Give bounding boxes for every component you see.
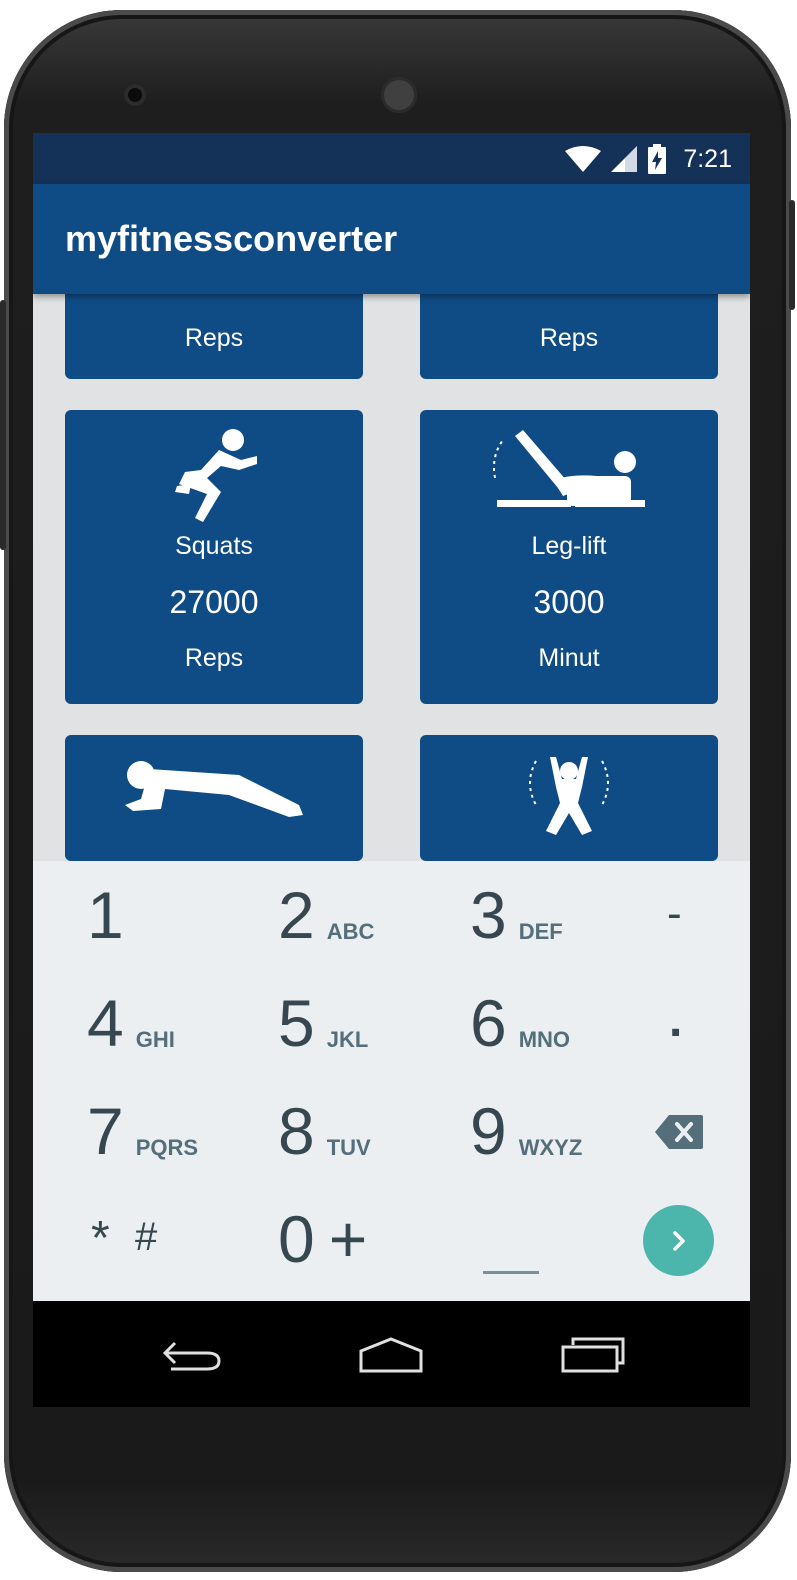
tile-value: 3000	[533, 584, 605, 620]
key-digit: 4	[87, 986, 124, 1060]
back-icon[interactable]	[161, 1339, 223, 1373]
key-letters: DEF	[518, 919, 563, 944]
navigation-bar	[33, 1301, 750, 1407]
key-7[interactable]: 7 PQRS	[87, 1094, 199, 1168]
wifi-icon	[565, 146, 602, 172]
tile-name: Leg-lift	[531, 532, 607, 560]
key-dot[interactable]: .	[669, 993, 682, 1048]
exercise-tile-plank[interactable]	[65, 735, 363, 861]
exercise-tile-jumping-jacks[interactable]	[420, 735, 718, 861]
key-letters: GHI	[135, 1027, 175, 1052]
key-4[interactable]: 4 GHI	[87, 986, 175, 1060]
cell-signal-icon	[611, 146, 638, 172]
key-5[interactable]: 5 JKL	[278, 986, 369, 1060]
key-digit: 7	[87, 1094, 124, 1168]
jumping-jack-icon	[529, 757, 609, 835]
key-1[interactable]: 1	[87, 878, 124, 952]
power-button	[789, 200, 795, 310]
tile-name: Squats	[175, 532, 253, 560]
tile-unit: Minut	[538, 644, 600, 672]
tile-unit: Reps	[184, 324, 244, 352]
key-6[interactable]: 6 MNO	[470, 986, 571, 1060]
key-hash[interactable]: #	[135, 1215, 157, 1260]
key-plus: +	[328, 1202, 368, 1276]
tile-unit: Reps	[184, 644, 244, 672]
screen: 7:21 myfitnessconverter Reps Reps Squats…	[33, 133, 750, 1407]
squat-icon	[175, 429, 257, 522]
backspace-icon	[655, 1115, 703, 1149]
front-camera	[381, 77, 417, 113]
key-letters: PQRS	[135, 1135, 199, 1160]
backspace-key[interactable]	[655, 1115, 703, 1154]
key-2[interactable]: 2 ABC	[278, 878, 375, 952]
key-digit: 0	[278, 1202, 315, 1276]
key-digit: 2	[278, 878, 315, 952]
key-digit: 3	[470, 878, 507, 952]
exercise-tile-top-right[interactable]: Reps	[420, 294, 718, 379]
exercise-grid[interactable]: Reps Reps Squats 27000 Reps Leg-lift 300…	[33, 294, 750, 861]
key-letters: WXYZ	[518, 1135, 583, 1160]
tile-unit: Reps	[539, 324, 599, 352]
key-space[interactable]	[483, 1271, 539, 1274]
key-digit: 5	[278, 986, 315, 1060]
key-minus[interactable]: -	[667, 889, 682, 939]
exercise-tile-leg-lift[interactable]: Leg-lift 3000 Minut	[420, 410, 718, 704]
key-9[interactable]: 9 WXYZ	[470, 1094, 583, 1168]
key-digit: 6	[470, 986, 507, 1060]
home-icon[interactable]	[357, 1335, 425, 1375]
key-letters: TUV	[326, 1135, 371, 1160]
app-title: myfitnessconverter	[65, 218, 398, 259]
key-digit: 8	[278, 1094, 315, 1168]
volume-button	[0, 300, 6, 550]
chevron-right-icon	[672, 1230, 685, 1251]
go-button[interactable]	[643, 1205, 714, 1276]
proximity-sensor	[124, 84, 146, 106]
battery-charging-icon	[648, 144, 667, 174]
key-star[interactable]: *	[91, 1211, 110, 1266]
key-letters: ABC	[326, 919, 375, 944]
key-8[interactable]: 8 TUV	[278, 1094, 371, 1168]
app-bar: myfitnessconverter	[33, 184, 750, 294]
key-digit: 1	[87, 878, 124, 952]
exercise-tile-squats[interactable]: Squats 27000 Reps	[65, 410, 363, 704]
key-letters: JKL	[326, 1027, 369, 1052]
key-3[interactable]: 3 DEF	[470, 878, 563, 952]
status-bar: 7:21	[33, 133, 750, 184]
key-digit: 9	[470, 1094, 507, 1168]
plank-icon	[125, 761, 303, 817]
recents-icon[interactable]	[561, 1337, 625, 1373]
tile-value: 27000	[169, 584, 259, 620]
key-letters: MNO	[518, 1027, 571, 1052]
clock: 7:21	[683, 144, 732, 173]
leg-lift-icon	[493, 430, 645, 507]
key-0[interactable]: 0 +	[278, 1202, 368, 1276]
numeric-keyboard: 1 2 ABC 3 DEF - 4 GHI 5 JKL 6 MNO . 7 PQ…	[33, 861, 750, 1301]
exercise-tile-top-left[interactable]: Reps	[65, 294, 363, 379]
